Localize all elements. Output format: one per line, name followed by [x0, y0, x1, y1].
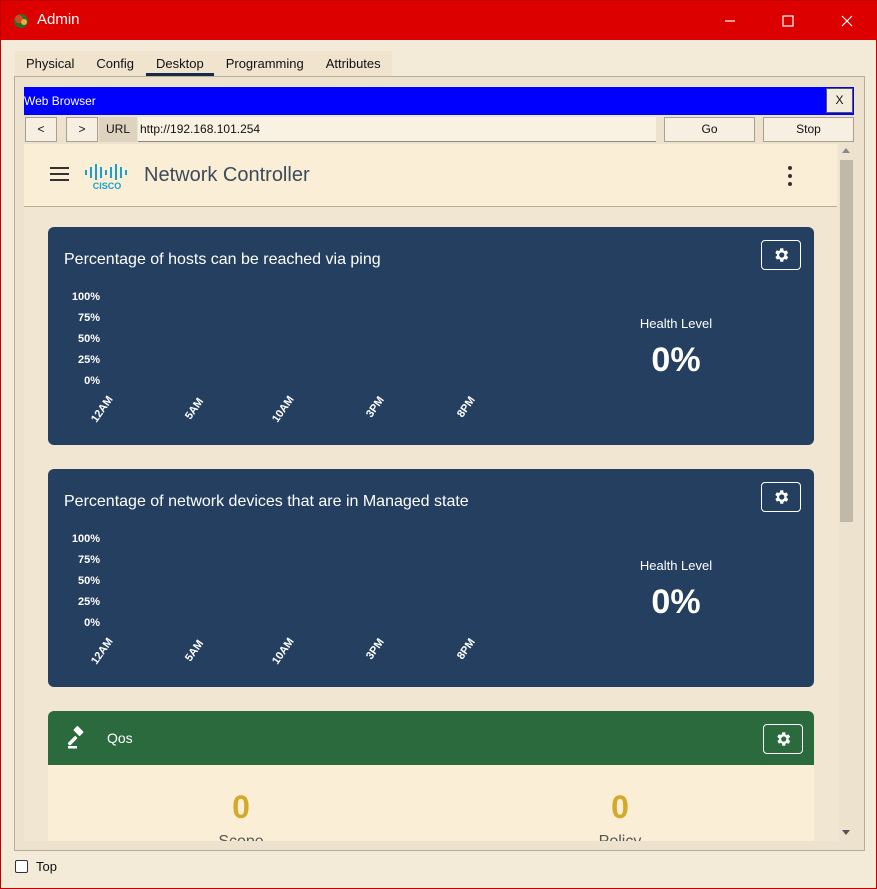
vertical-scrollbar[interactable]	[839, 144, 854, 841]
gear-icon	[777, 732, 791, 746]
app-window: Admin Physical Config Desktop Programmin…	[0, 0, 877, 889]
card-title: Percentage of hosts can be reached via p…	[64, 251, 381, 268]
x-tick: 10AM	[270, 393, 297, 425]
url-label: URL	[99, 117, 137, 142]
tab-physical[interactable]: Physical	[15, 51, 86, 76]
gavel-icon	[67, 726, 84, 749]
tab-attributes[interactable]: Attributes	[314, 51, 392, 76]
window-title: Admin	[37, 11, 80, 28]
y-tick: 50%	[77, 333, 100, 345]
maximize-icon	[782, 14, 794, 27]
x-tick: 3PM	[364, 394, 387, 420]
gear-icon	[775, 490, 789, 504]
y-tick: 0%	[84, 375, 100, 387]
qos-header: Qos	[48, 711, 814, 765]
x-tick: 3PM	[364, 636, 387, 662]
app-header: CISCO Network Controller	[24, 144, 837, 207]
go-button[interactable]: Go	[664, 117, 755, 142]
app-title: Network Controller	[144, 164, 310, 186]
y-tick: 75%	[77, 554, 100, 566]
card-settings-button[interactable]	[761, 482, 801, 512]
url-input[interactable]	[138, 117, 656, 142]
y-tick: 100%	[71, 533, 100, 545]
title-bar: Admin	[1, 1, 877, 40]
minimize-button[interactable]	[701, 1, 759, 40]
vertical-dots-icon[interactable]	[786, 166, 794, 186]
scope-label: Scope	[181, 833, 301, 841]
maximize-button[interactable]	[759, 1, 817, 40]
x-tick: 5AM	[183, 395, 207, 422]
x-tick: 8PM	[455, 394, 478, 420]
health-level-value: 0%	[651, 341, 701, 379]
browser-viewport: CISCO Network Controller Percentage of h…	[24, 144, 839, 841]
x-tick: 5AM	[183, 637, 207, 664]
close-window-button[interactable]	[818, 1, 876, 40]
back-button[interactable]: <	[25, 117, 57, 142]
x-tick: 12AM	[89, 635, 116, 667]
card-title: Percentage of network devices that are i…	[64, 493, 469, 510]
policy-count: 0	[611, 789, 629, 825]
app-logo-icon	[14, 14, 28, 28]
tab-desktop[interactable]: Desktop	[145, 51, 215, 76]
y-tick: 75%	[77, 312, 100, 324]
qos-title: Qos	[107, 730, 133, 746]
qos-card: Qos 0 Scope 0 Policy	[48, 711, 814, 841]
scrollbar-thumb[interactable]	[840, 160, 853, 522]
health-level-label: Health Level	[639, 316, 713, 331]
stop-button[interactable]: Stop	[763, 117, 854, 142]
logo-text: CISCO	[93, 181, 122, 190]
scroll-up-arrow-icon[interactable]	[842, 148, 850, 153]
cisco-logo: CISCO	[85, 164, 127, 190]
y-tick: 50%	[77, 575, 100, 587]
top-checkbox-label: Top	[36, 859, 57, 874]
minimize-icon	[725, 19, 735, 22]
managed-devices-card: Percentage of network devices that are i…	[48, 469, 814, 687]
web-browser-title: Web Browser	[24, 94, 96, 108]
top-checkbox[interactable]	[15, 860, 28, 873]
policy-label: Policy	[560, 833, 680, 841]
y-tick: 0%	[84, 617, 100, 629]
x-tick: 8PM	[455, 636, 478, 662]
x-tick: 10AM	[270, 635, 297, 667]
scroll-down-arrow-icon[interactable]	[842, 830, 850, 835]
gear-icon	[775, 248, 789, 262]
scope-count: 0	[232, 789, 250, 825]
hosts-reachability-card: Percentage of hosts can be reached via p…	[48, 227, 814, 445]
health-level-label: Health Level	[639, 558, 713, 573]
device-tabs: Physical Config Desktop Programming Attr…	[15, 51, 392, 76]
y-tick: 100%	[71, 291, 100, 303]
y-tick: 25%	[77, 596, 100, 608]
close-browser-button[interactable]: X	[826, 88, 853, 113]
forward-button[interactable]: >	[66, 117, 98, 142]
card-settings-button[interactable]	[761, 240, 801, 270]
hamburger-menu-icon[interactable]	[50, 167, 69, 183]
close-icon	[841, 15, 853, 26]
x-tick: 12AM	[89, 393, 116, 425]
health-level-value: 0%	[651, 583, 701, 621]
y-tick: 25%	[77, 354, 100, 366]
tab-programming[interactable]: Programming	[214, 51, 315, 76]
web-browser-titlebar: Web Browser X	[24, 87, 854, 115]
tab-config[interactable]: Config	[85, 51, 145, 76]
qos-settings-button[interactable]	[763, 724, 803, 754]
